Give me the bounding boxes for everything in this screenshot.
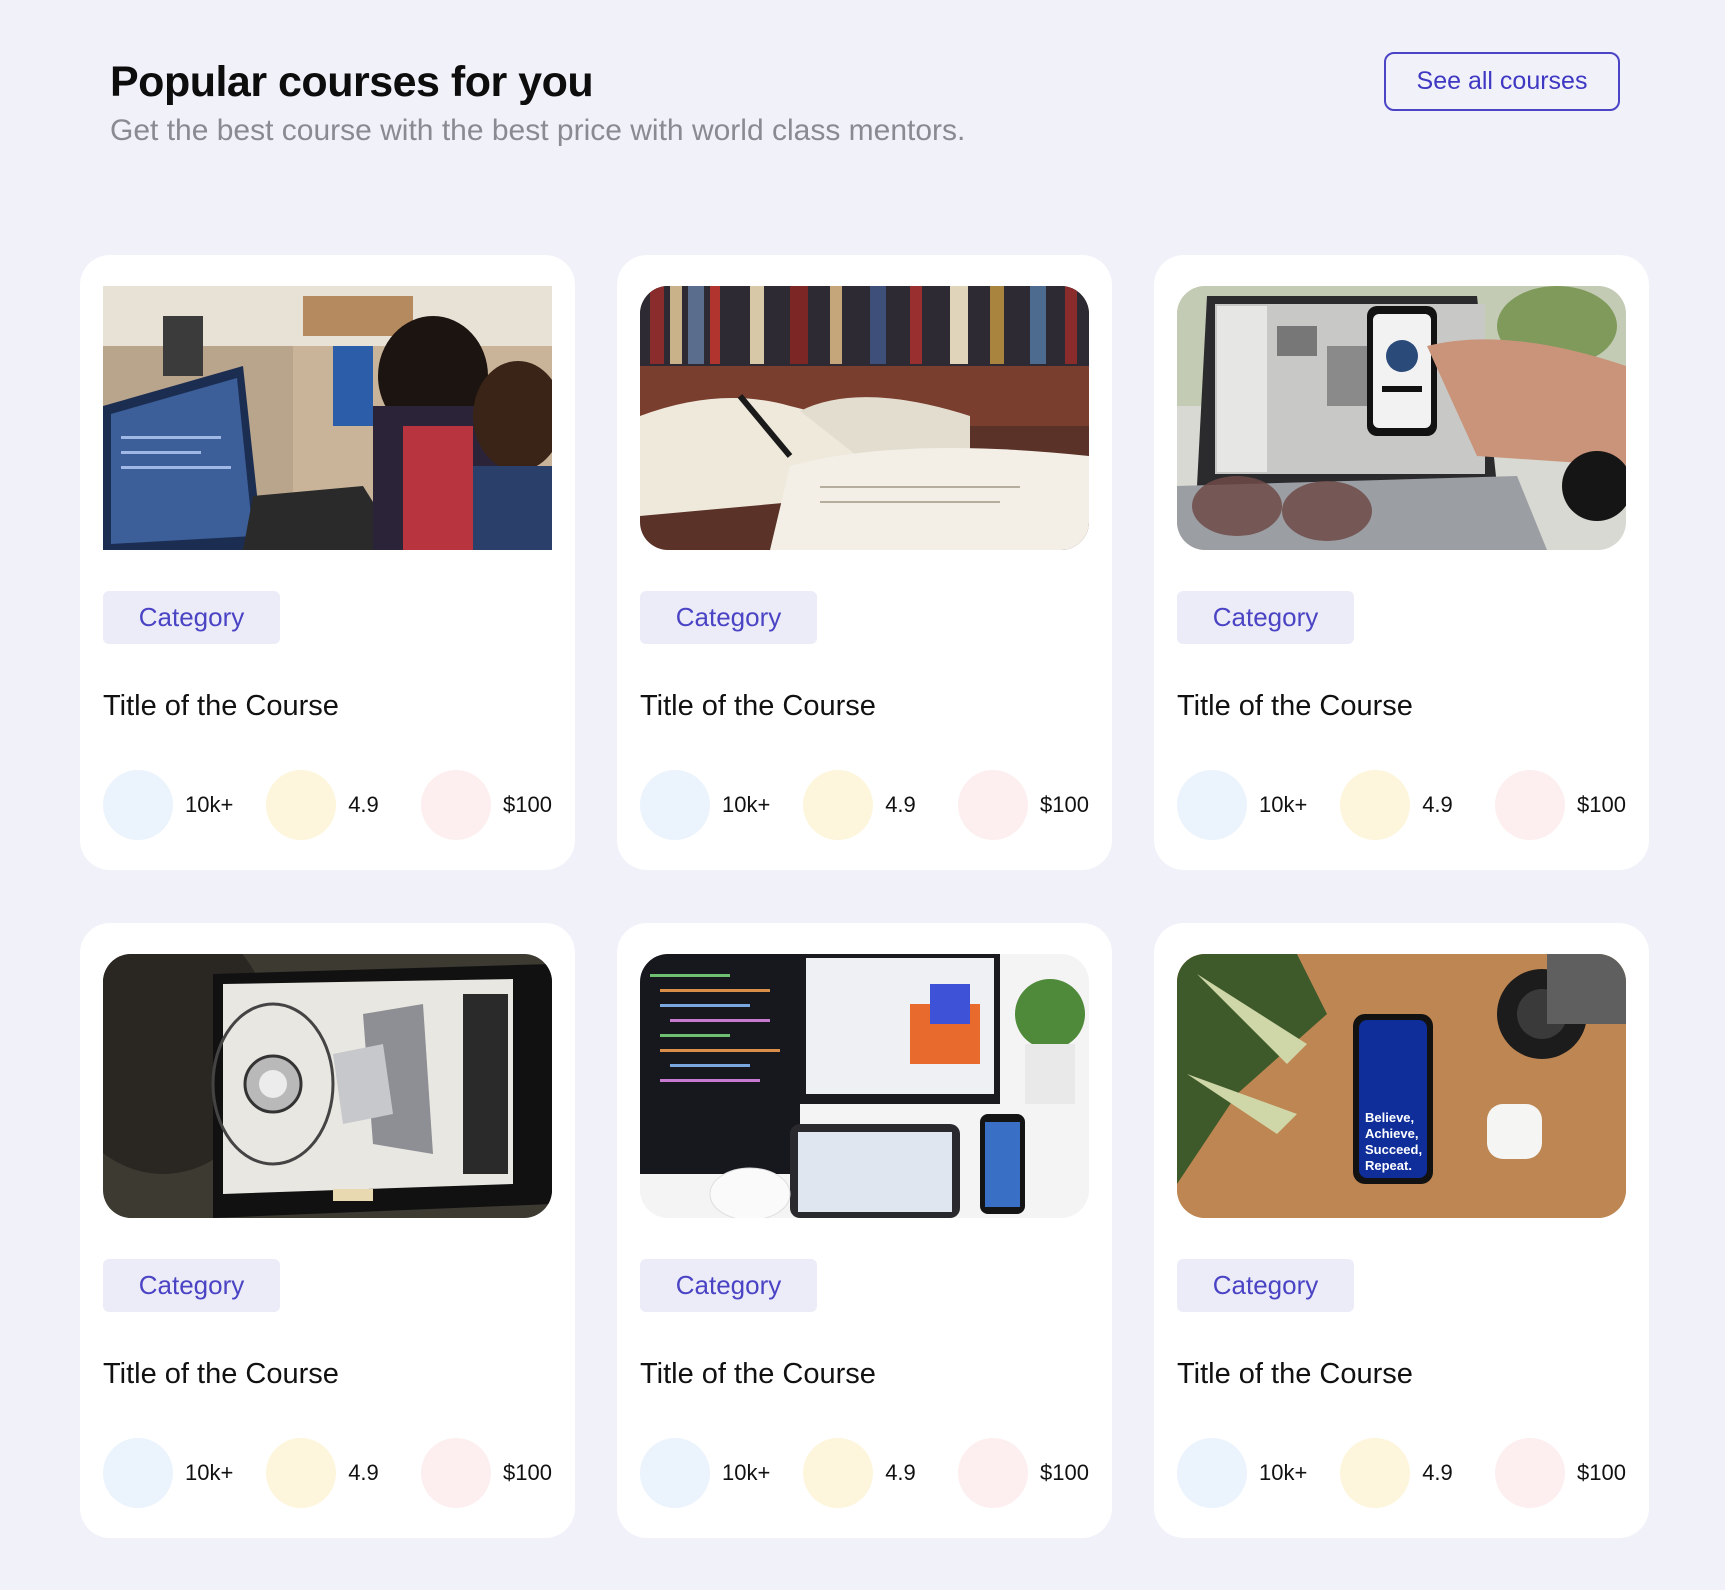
course-image-laptop-phone[interactable] (1177, 286, 1626, 550)
team-coding-photo (103, 286, 552, 550)
svg-text:Achieve,: Achieve, (1365, 1126, 1418, 1141)
svg-text:Succeed,: Succeed, (1365, 1142, 1422, 1157)
rating-value: 4.9 (1422, 1460, 1453, 1485)
students-stat: 10k+ (1177, 1438, 1307, 1508)
course-title[interactable]: Title of the Course (1177, 688, 1626, 724)
price-value: $100 (503, 1460, 552, 1485)
rating-icon (803, 770, 874, 840)
price-stat: $100 (1495, 770, 1626, 840)
students-stat: 10k+ (1177, 770, 1307, 840)
page-subtitle: Get the best course with the best price … (110, 114, 966, 147)
price-stat: $100 (958, 770, 1089, 840)
category-tag[interactable]: Category (640, 591, 817, 644)
course-image-phone-desk[interactable]: Believe, Achieve, Succeed, Repeat. (1177, 954, 1626, 1218)
students-stat: 10k+ (103, 770, 233, 840)
rating-value: 4.9 (348, 1460, 379, 1485)
rating-stat: 4.9 (266, 1438, 388, 1508)
page-title: Popular courses for you (110, 58, 594, 106)
students-stat: 10k+ (640, 1438, 770, 1508)
rating-value: 4.9 (1422, 792, 1453, 817)
course-card[interactable]: Category Title of the Course 10k+ 4.9 $1… (1154, 255, 1649, 870)
rating-value: 4.9 (885, 792, 916, 817)
course-card[interactable]: Believe, Achieve, Succeed, Repeat. Categ… (1154, 923, 1649, 1538)
course-card[interactable]: Category Title of the Course 10k+ 4.9 $1… (80, 923, 575, 1538)
course-title[interactable]: Title of the Course (640, 688, 1089, 724)
open-books-photo (640, 286, 1089, 550)
students-icon (1177, 770, 1247, 840)
course-image-code-devices[interactable] (640, 954, 1089, 1218)
price-icon (1495, 770, 1566, 840)
price-stat: $100 (421, 770, 552, 840)
students-count: 10k+ (722, 1460, 771, 1485)
see-all-courses-button[interactable]: See all courses (1384, 52, 1620, 111)
price-value: $100 (503, 792, 552, 817)
price-value: $100 (1040, 1460, 1089, 1485)
course-title[interactable]: Title of the Course (103, 688, 552, 724)
price-stat: $100 (958, 1438, 1089, 1508)
rating-icon (266, 770, 337, 840)
rating-value: 4.9 (885, 1460, 916, 1485)
students-stat: 10k+ (103, 1438, 233, 1508)
rating-icon (803, 1438, 874, 1508)
rating-icon (1340, 1438, 1411, 1508)
students-icon (103, 770, 173, 840)
rating-stat: 4.9 (803, 1438, 925, 1508)
rating-stat: 4.9 (1340, 1438, 1462, 1508)
code-devices-photo (640, 954, 1089, 1218)
students-icon (640, 1438, 710, 1508)
students-count: 10k+ (722, 792, 771, 817)
price-icon (958, 770, 1029, 840)
laptop-phone-photo (1177, 286, 1626, 550)
category-tag[interactable]: Category (103, 591, 280, 644)
course-image-open-books[interactable] (640, 286, 1089, 550)
rating-icon (266, 1438, 337, 1508)
course-image-cad-monitor[interactable] (103, 954, 552, 1218)
course-title[interactable]: Title of the Course (1177, 1356, 1626, 1392)
cad-monitor-photo (103, 954, 552, 1218)
course-stats: 10k+ 4.9 $100 (103, 1438, 552, 1508)
course-grid: Category Title of the Course 10k+ 4.9 $1… (80, 255, 1649, 1538)
course-stats: 10k+ 4.9 $100 (1177, 1438, 1626, 1508)
category-tag[interactable]: Category (1177, 591, 1354, 644)
rating-stat: 4.9 (266, 770, 388, 840)
section-header: Popular courses for you Get the best cou… (110, 54, 965, 152)
students-count: 10k+ (185, 792, 234, 817)
rating-icon (1340, 770, 1411, 840)
course-card[interactable]: Category Title of the Course 10k+ 4.9 $1… (617, 923, 1112, 1538)
price-value: $100 (1577, 1460, 1626, 1485)
svg-text:Repeat.: Repeat. (1365, 1158, 1412, 1173)
students-count: 10k+ (1259, 792, 1308, 817)
students-count: 10k+ (185, 1460, 234, 1485)
price-icon (1495, 1438, 1566, 1508)
students-icon (1177, 1438, 1247, 1508)
students-icon (103, 1438, 173, 1508)
course-stats: 10k+ 4.9 $100 (1177, 770, 1626, 840)
price-value: $100 (1040, 792, 1089, 817)
category-tag[interactable]: Category (640, 1259, 817, 1312)
course-image-team-coding[interactable] (103, 286, 552, 550)
price-stat: $100 (1495, 1438, 1626, 1508)
course-stats: 10k+ 4.9 $100 (640, 770, 1089, 840)
course-card[interactable]: Category Title of the Course 10k+ 4.9 $1… (617, 255, 1112, 870)
course-stats: 10k+ 4.9 $100 (640, 1438, 1089, 1508)
course-card[interactable]: Category Title of the Course 10k+ 4.9 $1… (80, 255, 575, 870)
category-tag[interactable]: Category (1177, 1259, 1354, 1312)
category-tag[interactable]: Category (103, 1259, 280, 1312)
price-icon (421, 770, 492, 840)
rating-value: 4.9 (348, 792, 379, 817)
price-stat: $100 (421, 1438, 552, 1508)
rating-stat: 4.9 (1340, 770, 1462, 840)
course-title[interactable]: Title of the Course (640, 1356, 1089, 1392)
course-stats: 10k+ 4.9 $100 (103, 770, 552, 840)
rating-stat: 4.9 (803, 770, 925, 840)
students-count: 10k+ (1259, 1460, 1308, 1485)
course-title[interactable]: Title of the Course (103, 1356, 552, 1392)
students-icon (640, 770, 710, 840)
phone-desk-photo: Believe, Achieve, Succeed, Repeat. (1177, 954, 1626, 1218)
price-icon (958, 1438, 1029, 1508)
price-value: $100 (1577, 792, 1626, 817)
students-stat: 10k+ (640, 770, 770, 840)
price-icon (421, 1438, 492, 1508)
phone-screen-text: Believe, (1365, 1110, 1414, 1125)
